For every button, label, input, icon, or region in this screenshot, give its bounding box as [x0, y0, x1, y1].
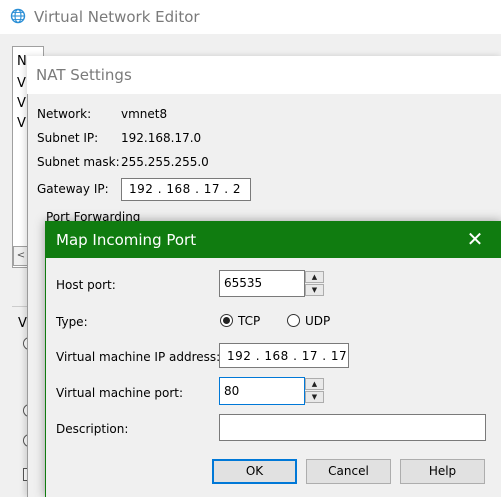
udp-radio[interactable]: [287, 314, 300, 327]
cancel-button[interactable]: Cancel: [306, 459, 391, 484]
ok-button[interactable]: OK: [212, 459, 297, 484]
subnet-ip-label: Subnet IP:: [37, 131, 99, 145]
vm-port-up-button[interactable]: ▲: [305, 378, 324, 390]
vne-list-item[interactable]: V: [17, 116, 26, 131]
globe-network-icon: [10, 8, 26, 24]
vm-port-label: Virtual machine port:: [56, 386, 184, 400]
network-label: Network:: [37, 107, 92, 121]
subnet-mask-value: 255.255.255.0: [121, 155, 209, 169]
tcp-radio[interactable]: [220, 314, 233, 327]
vm-ip-value[interactable]: 192 . 168 . 17 . 17: [227, 349, 347, 363]
vm-port-value[interactable]: 80: [224, 384, 239, 398]
divider: [12, 306, 28, 307]
host-port-label: Host port:: [56, 278, 116, 292]
gateway-ip-value[interactable]: 192 . 168 . 17 . 2: [129, 182, 241, 196]
nat-window-title: NAT Settings: [36, 66, 132, 84]
network-value: vmnet8: [121, 107, 168, 121]
host-port-down-button[interactable]: ▼: [305, 284, 324, 296]
host-port-value[interactable]: 65535: [224, 276, 262, 290]
dialog-title: Map Incoming Port: [56, 231, 197, 249]
close-icon[interactable]: ✕: [461, 226, 489, 252]
subnet-ip-value: 192.168.17.0: [121, 131, 202, 145]
udp-label[interactable]: UDP: [305, 314, 330, 328]
radio-selected-dot: [223, 317, 230, 324]
description-input[interactable]: [219, 414, 486, 441]
subnet-mask-label: Subnet mask:: [37, 155, 120, 169]
vm-port-down-button[interactable]: ▼: [305, 391, 324, 403]
vm-ip-label: Virtual machine IP address:: [56, 350, 221, 364]
vne-group-label: V: [18, 316, 27, 331]
host-port-up-button[interactable]: ▲: [305, 271, 324, 283]
type-label: Type:: [56, 315, 88, 329]
tcp-label[interactable]: TCP: [238, 314, 260, 328]
vne-list-item[interactable]: V: [17, 96, 26, 111]
vne-list-item[interactable]: V: [17, 76, 26, 91]
vne-list-item[interactable]: N: [17, 54, 27, 69]
description-label: Description:: [56, 422, 129, 436]
vne-window-title: Virtual Network Editor: [34, 8, 200, 26]
help-button[interactable]: Help: [400, 459, 485, 484]
gateway-ip-label: Gateway IP:: [37, 182, 109, 196]
